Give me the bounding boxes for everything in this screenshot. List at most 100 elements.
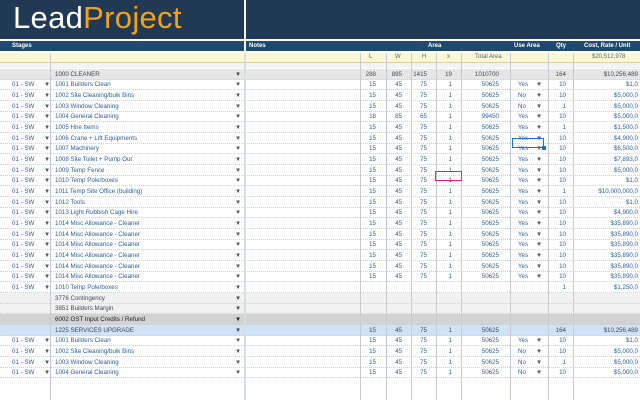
header-notes[interactable]: Notes bbox=[249, 43, 266, 49]
use-area-dropdown-icon[interactable]: ▼ bbox=[536, 188, 542, 195]
area-cell[interactable]: 50625 bbox=[482, 220, 499, 227]
table-row[interactable]: 01 - SW 1014 Misc Allowance - Cleaner 15 45… bbox=[0, 240, 640, 251]
use-area-cell[interactable]: Yes bbox=[518, 231, 528, 238]
cost-cell[interactable]: $35,890,0 bbox=[610, 220, 638, 227]
item-dropdown-icon[interactable]: ▼ bbox=[235, 199, 241, 206]
item-cell[interactable]: 1002 Site Cleaning/bulk Bins bbox=[55, 348, 134, 355]
qty-cell[interactable]: 164 bbox=[556, 71, 566, 78]
w-cell[interactable]: 45 bbox=[395, 327, 402, 334]
item-cell[interactable]: 1014 Misc Allowance - Cleaner bbox=[55, 241, 140, 248]
cost-cell[interactable]: $1,250,0 bbox=[614, 284, 638, 291]
x-cell[interactable]: 1 bbox=[449, 348, 452, 355]
use-area-cell[interactable]: No bbox=[518, 103, 526, 110]
item-dropdown-icon[interactable]: ▼ bbox=[235, 92, 241, 99]
h-cell[interactable]: 75 bbox=[420, 103, 427, 110]
use-area-cell[interactable]: Yes bbox=[518, 188, 528, 195]
w-cell[interactable]: 45 bbox=[395, 81, 402, 88]
x-cell[interactable]: 1 bbox=[449, 103, 452, 110]
h-cell[interactable]: 75 bbox=[420, 348, 427, 355]
use-area-cell[interactable]: No bbox=[518, 92, 526, 99]
stage-cell[interactable]: 01 - SW bbox=[12, 369, 34, 376]
item-dropdown-icon[interactable]: ▼ bbox=[235, 316, 241, 323]
w-cell[interactable]: 45 bbox=[395, 124, 402, 131]
table-row[interactable]: 01 - SW 1004 General Cleaning 15 45 75 1 50625… bbox=[0, 368, 640, 379]
qty-cell[interactable]: 10 bbox=[559, 263, 566, 270]
item-cell[interactable]: 1004 General Cleaning bbox=[55, 369, 119, 376]
use-area-dropdown-icon[interactable]: ▼ bbox=[536, 177, 542, 184]
qty-cell[interactable]: 1 bbox=[563, 103, 566, 110]
area-cell[interactable]: 1010700 bbox=[475, 71, 499, 78]
use-area-cell[interactable]: No bbox=[518, 359, 526, 366]
use-area-cell[interactable]: Yes bbox=[518, 167, 528, 174]
l-cell[interactable]: 15 bbox=[369, 124, 376, 131]
use-area-dropdown-icon[interactable]: ▼ bbox=[536, 252, 542, 259]
qty-cell[interactable]: 10 bbox=[559, 220, 566, 227]
use-area-cell[interactable]: Yes bbox=[518, 241, 528, 248]
w-cell[interactable]: 45 bbox=[395, 273, 402, 280]
l-cell[interactable]: 288 bbox=[366, 71, 376, 78]
use-area-dropdown-icon[interactable]: ▼ bbox=[536, 348, 542, 355]
cost-cell[interactable]: $5,000,0 bbox=[614, 369, 638, 376]
use-area-cell[interactable]: Yes bbox=[518, 273, 528, 280]
use-area-cell[interactable]: Yes bbox=[518, 156, 528, 163]
h-cell[interactable]: 75 bbox=[420, 263, 427, 270]
use-area-cell[interactable]: Yes bbox=[518, 220, 528, 227]
use-area-cell[interactable]: No bbox=[518, 348, 526, 355]
use-area-dropdown-icon[interactable]: ▼ bbox=[536, 359, 542, 366]
stage-cell[interactable]: 01 - SW bbox=[12, 124, 34, 131]
item-dropdown-icon[interactable]: ▼ bbox=[235, 273, 241, 280]
qty-cell[interactable]: 10 bbox=[559, 337, 566, 344]
l-cell[interactable]: 15 bbox=[369, 348, 376, 355]
use-area-dropdown-icon[interactable]: ▼ bbox=[536, 220, 542, 227]
h-cell[interactable]: 75 bbox=[420, 145, 427, 152]
item-cell[interactable]: 1225 SERVICES UPGRADE bbox=[55, 327, 134, 334]
stage-cell[interactable]: 01 - SW bbox=[12, 231, 34, 238]
x-cell[interactable]: 1 bbox=[449, 135, 452, 142]
w-cell[interactable]: 45 bbox=[395, 369, 402, 376]
area-cell[interactable]: 50625 bbox=[482, 92, 499, 99]
item-dropdown-icon[interactable]: ▼ bbox=[235, 369, 241, 376]
item-cell[interactable]: 1014 Misc Allowance - Cleaner bbox=[55, 273, 140, 280]
h-cell[interactable]: 75 bbox=[420, 209, 427, 216]
header-area[interactable]: Area bbox=[428, 43, 441, 49]
w-cell[interactable]: 45 bbox=[395, 220, 402, 227]
h-cell[interactable]: 75 bbox=[420, 135, 427, 142]
qty-cell[interactable]: 10 bbox=[559, 348, 566, 355]
stage-cell[interactable]: 01 - SW bbox=[12, 156, 34, 163]
table-row[interactable]: 01 - SW 1006 Crane + Lift Equipments 15 45 7… bbox=[0, 133, 640, 144]
item-dropdown-icon[interactable]: ▼ bbox=[235, 156, 241, 163]
stage-cell[interactable]: 01 - SW bbox=[12, 92, 34, 99]
h-cell[interactable]: 75 bbox=[420, 199, 427, 206]
area-cell[interactable]: 50625 bbox=[482, 273, 499, 280]
stage-cell[interactable]: 01 - SW bbox=[12, 167, 34, 174]
highlighted-cell-x[interactable] bbox=[435, 171, 462, 181]
stage-cell[interactable]: 01 - SW bbox=[12, 348, 34, 355]
x-cell[interactable]: 19 bbox=[445, 71, 452, 78]
table-row[interactable]: 01 - SW 1014 Misc Allowance - Cleaner 15 45… bbox=[0, 229, 640, 240]
cost-cell[interactable]: $7,893,0 bbox=[614, 156, 638, 163]
h-cell[interactable]: 75 bbox=[420, 177, 427, 184]
table-row[interactable]: 01 - SW 1014 Misc Allowance - Cleaner 15 45… bbox=[0, 272, 640, 283]
header-stages[interactable]: Stages bbox=[12, 43, 32, 49]
w-cell[interactable]: 45 bbox=[395, 92, 402, 99]
use-area-cell[interactable]: Yes bbox=[518, 263, 528, 270]
item-dropdown-icon[interactable]: ▼ bbox=[235, 327, 241, 334]
stage-cell[interactable]: 01 - SW bbox=[12, 145, 34, 152]
area-cell[interactable]: 50625 bbox=[482, 177, 499, 184]
area-cell[interactable]: 50625 bbox=[482, 241, 499, 248]
item-cell[interactable]: 1003 Window Cleaning bbox=[55, 359, 119, 366]
x-cell[interactable]: 1 bbox=[449, 220, 452, 227]
item-cell[interactable]: 1007 Machinery bbox=[55, 145, 99, 152]
h-cell[interactable]: 75 bbox=[420, 124, 427, 131]
table-row[interactable]: 01 - SW 1005 Hire Items 15 45 75 1 50625 Yes 1 $1… bbox=[0, 122, 640, 133]
item-dropdown-icon[interactable]: ▼ bbox=[235, 359, 241, 366]
table-row[interactable]: 01 - SW 1002 Site Cleaning/bulk Bins 15 45 7… bbox=[0, 90, 640, 101]
header-cost[interactable]: Cost, Rate / Unit bbox=[584, 43, 630, 49]
h-cell[interactable]: 75 bbox=[420, 188, 427, 195]
item-cell[interactable]: 6002 GST Input Credits / Refund bbox=[55, 316, 145, 323]
use-area-cell[interactable]: Yes bbox=[518, 337, 528, 344]
cost-cell[interactable]: $1,500,0 bbox=[614, 124, 638, 131]
l-cell[interactable]: 15 bbox=[369, 273, 376, 280]
stage-cell[interactable]: 01 - SW bbox=[12, 188, 34, 195]
item-dropdown-icon[interactable]: ▼ bbox=[235, 252, 241, 259]
